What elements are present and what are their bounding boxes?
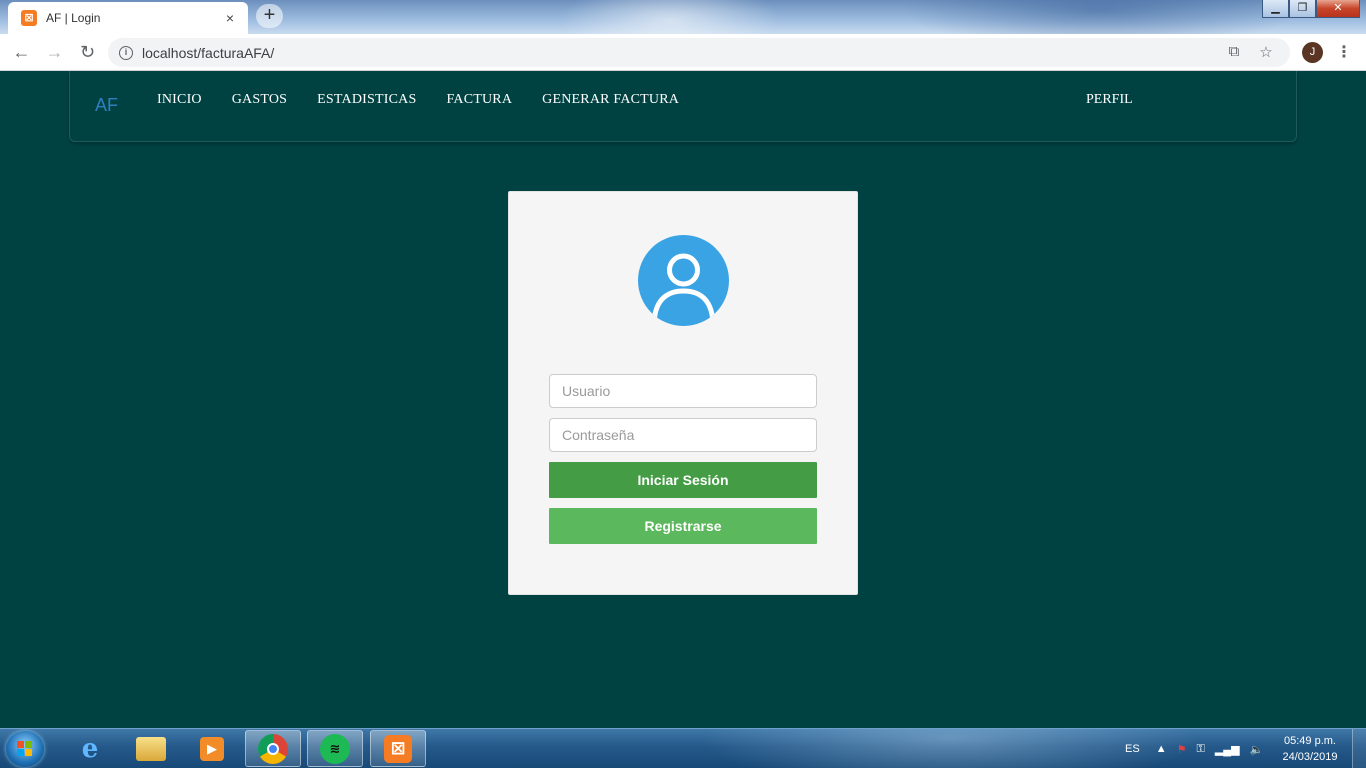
- windows-taskbar: e ▶ ≋ ⊠ ES ▲ ⚑ ⚿ ▂▄▆ 🔈 05:49 p.m. 24/03/…: [0, 728, 1366, 768]
- translate-icon[interactable]: ⧉: [1218, 43, 1250, 61]
- taskbar-chrome[interactable]: [245, 730, 301, 767]
- browser-toolbar: ← → ↻ i localhost/facturaAFA/ ⧉ ☆ J ⋮: [0, 34, 1366, 71]
- forward-arrow-icon[interactable]: →: [38, 42, 71, 63]
- taskbar-file-explorer[interactable]: [123, 730, 179, 767]
- show-desktop-button[interactable]: [1352, 729, 1366, 768]
- show-hidden-icons-icon[interactable]: ▲: [1156, 743, 1167, 755]
- nav-link-inicio[interactable]: INICIO: [157, 92, 202, 108]
- nav-link-generar-factura[interactable]: GENERAR FACTURA: [542, 92, 679, 108]
- profile-avatar[interactable]: J: [1302, 42, 1323, 63]
- clock-time: 05:49 p.m.: [1284, 735, 1336, 747]
- close-icon[interactable]: ×: [222, 10, 238, 26]
- xampp-icon: ⊠: [384, 734, 412, 763]
- media-player-icon: ▶: [200, 736, 224, 761]
- nav-links: INICIO GASTOS ESTADISTICAS FACTURA GENER…: [157, 92, 709, 108]
- titlebar-glow: [900, 0, 1300, 34]
- nav-link-perfil[interactable]: PERFIL: [1086, 92, 1133, 108]
- action-center-flag-icon[interactable]: ⚑: [1177, 743, 1187, 756]
- browser-tab-active[interactable]: ⊠ AF | Login ×: [8, 2, 248, 34]
- url-text[interactable]: localhost/facturaAFA/: [142, 45, 274, 61]
- start-button[interactable]: [6, 731, 44, 767]
- chrome-icon: [258, 733, 288, 764]
- taskbar-xampp[interactable]: ⊠: [370, 730, 426, 767]
- user-avatar-icon: [638, 235, 729, 326]
- login-button[interactable]: Iniciar Sesión: [549, 462, 817, 498]
- tab-title: AF | Login: [46, 11, 101, 25]
- username-input[interactable]: [549, 374, 817, 408]
- language-indicator[interactable]: ES: [1125, 743, 1140, 755]
- taskbar-internet-explorer[interactable]: e: [62, 730, 118, 767]
- window-controls: ▁ ❐ ✕: [1262, 0, 1360, 18]
- menu-dots-icon[interactable]: ⋮: [1336, 42, 1352, 62]
- system-tray: ES ▲ ⚑ ⚿ ▂▄▆ 🔈: [1125, 729, 1273, 768]
- restore-button[interactable]: ❐: [1289, 0, 1316, 18]
- reload-icon[interactable]: ↻: [71, 42, 104, 63]
- bookmark-star-icon[interactable]: ☆: [1250, 43, 1282, 61]
- xampp-icon: ⊠: [21, 10, 37, 26]
- volume-icon[interactable]: 🔈: [1250, 743, 1264, 756]
- new-tab-button[interactable]: +: [256, 4, 283, 28]
- browser-tab-strip: ⊠ AF | Login × + ▁ ❐ ✕: [0, 0, 1366, 34]
- site-navbar: AF INICIO GASTOS ESTADISTICAS FACTURA GE…: [69, 71, 1297, 142]
- usb-device-icon[interactable]: ⚿: [1196, 743, 1204, 756]
- back-arrow-icon[interactable]: ←: [5, 42, 38, 63]
- internet-explorer-icon: e: [81, 733, 99, 764]
- clock-date: 24/03/2019: [1282, 751, 1338, 763]
- info-icon[interactable]: i: [119, 45, 133, 60]
- titlebar-glow: [560, 0, 780, 34]
- clock[interactable]: 05:49 p.m. 24/03/2019: [1276, 733, 1344, 765]
- taskbar-media-player[interactable]: ▶: [184, 730, 240, 767]
- nav-link-factura[interactable]: FACTURA: [446, 92, 512, 108]
- minimize-button[interactable]: ▁: [1262, 0, 1289, 18]
- login-card: Iniciar Sesión Registrarse: [508, 191, 858, 595]
- register-button[interactable]: Registrarse: [549, 508, 817, 544]
- folder-icon: [136, 736, 166, 761]
- close-window-button[interactable]: ✕: [1316, 0, 1360, 18]
- address-bar[interactable]: i localhost/facturaAFA/ ⧉ ☆: [108, 38, 1290, 67]
- password-input[interactable]: [549, 418, 817, 452]
- taskbar-spotify[interactable]: ≋: [307, 730, 363, 767]
- spotify-icon: ≋: [320, 733, 350, 764]
- nav-link-estadisticas[interactable]: ESTADISTICAS: [317, 92, 416, 108]
- network-signal-icon[interactable]: ▂▄▆: [1215, 743, 1240, 756]
- windows-logo-icon: [17, 741, 33, 757]
- brand-logo[interactable]: AF: [95, 95, 118, 116]
- nav-link-gastos[interactable]: GASTOS: [232, 92, 287, 108]
